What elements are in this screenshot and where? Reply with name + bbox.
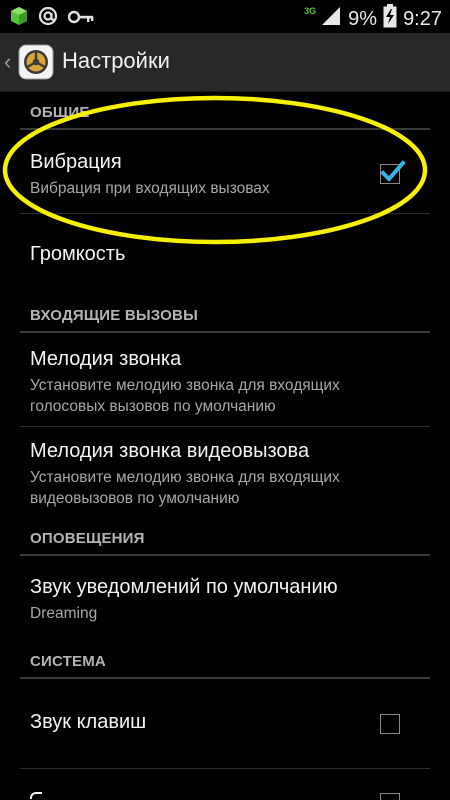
setting-title: Громкость [30, 243, 126, 265]
section-header-notifications: ОПОВЕЩЕНИЯ [30, 530, 145, 547]
setting-summary-line-1: Установите мелодию звонка для входящих [30, 469, 340, 486]
setting-volume[interactable]: Громкость [0, 214, 450, 296]
setting-title-partial [30, 787, 42, 799]
setting-ringtone[interactable]: Мелодия звонка Установите мелодию звонка… [0, 333, 450, 425]
page-title: Настройки [62, 48, 170, 73]
battery-icon [383, 4, 397, 34]
setting-vibration[interactable]: Вибрация Вибрация при входящих вызовах [0, 130, 450, 212]
key-icon [67, 9, 94, 28]
signal-icon [320, 5, 342, 33]
section-header-general: ОБЩИЕ [30, 104, 90, 121]
status-bar: 3G 9% 9:27 [0, 0, 450, 33]
key-sound-checkbox[interactable] [380, 714, 400, 734]
setting-next-item[interactable] [0, 769, 450, 800]
settings-app-icon[interactable] [18, 44, 54, 80]
settings-list[interactable]: ОБЩИЕ Вибрация Вибрация при входящих выз… [0, 92, 450, 800]
battery-percent: 9% [348, 7, 378, 30]
back-chevron-icon[interactable]: ‹ [4, 49, 11, 75]
setting-title: Звук клавиш [30, 711, 147, 733]
setting-video-ringtone[interactable]: Мелодия звонка видеовызова Установите ме… [0, 427, 450, 517]
setting-title: Вибрация [30, 151, 122, 173]
status-bar-right: 3G 9% 9:27 [304, 4, 442, 34]
at-sign-icon [38, 6, 58, 30]
section-header-incoming-calls: ВХОДЯЩИЕ ВЫЗОВЫ [30, 307, 198, 324]
action-bar: ‹ Настройки [0, 33, 450, 92]
network-type: 3G [304, 6, 317, 16]
clock: 9:27 [403, 7, 442, 30]
setting-title: Мелодия звонка [30, 348, 182, 370]
setting-summary: Dreaming [30, 605, 98, 622]
next-item-checkbox[interactable] [380, 793, 400, 800]
setting-title: Звук уведомлений по умолчанию [30, 576, 338, 598]
setting-title: Мелодия звонка видеовызова [30, 440, 310, 462]
app-notification-icon [10, 6, 28, 30]
setting-default-notification-sound[interactable]: Звук уведомлений по умолчанию Dreaming [0, 556, 450, 640]
section-header-system: СИСТЕМА [30, 653, 106, 670]
setting-summary: Вибрация при входящих вызовах [30, 180, 270, 197]
status-bar-left-icons [10, 6, 94, 30]
setting-summary-line-1: Установите мелодию звонка для входящих [30, 377, 340, 394]
setting-summary-line-2: голосовых вызовов по умолчанию [30, 398, 276, 415]
setting-summary-line-2: видеовызовов по умолчанию [30, 490, 240, 507]
checkmark-icon [379, 159, 406, 187]
setting-key-sound[interactable]: Звук клавиш [0, 679, 450, 767]
vibration-checkbox[interactable] [380, 160, 406, 184]
